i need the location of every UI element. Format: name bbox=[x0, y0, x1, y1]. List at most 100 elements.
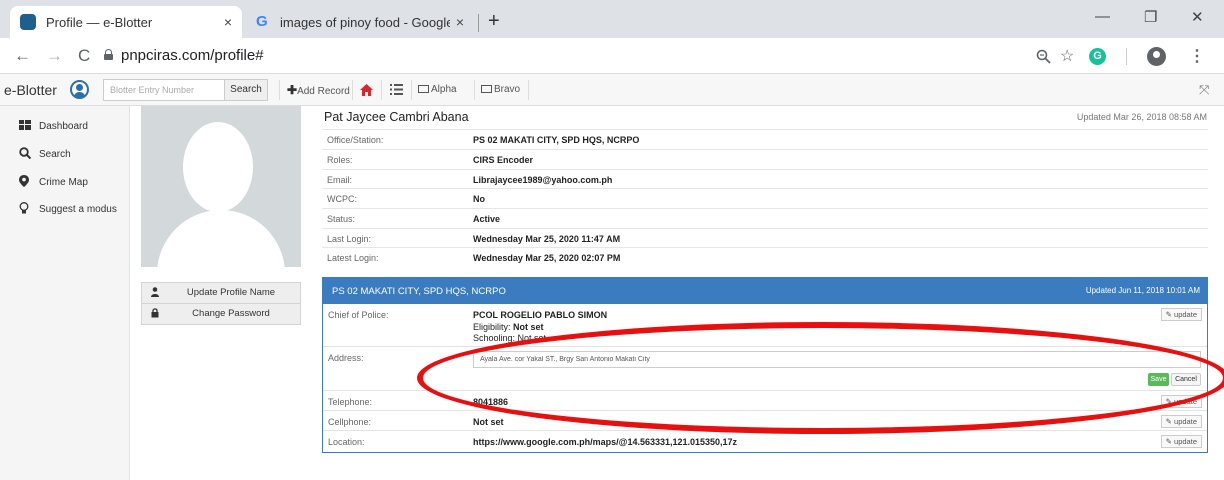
header-divider bbox=[279, 80, 280, 100]
update-telephone-button[interactable]: ✎ update bbox=[1160, 395, 1202, 408]
station-updated: Updated Jun 11, 2018 10:01 AM bbox=[1085, 286, 1200, 295]
profile-name: Pat Jaycee Cambri Abana bbox=[324, 110, 469, 124]
list-icon[interactable] bbox=[390, 84, 403, 95]
tab-close-icon[interactable]: × bbox=[456, 14, 464, 30]
location-value[interactable]: https://www.google.com.ph/maps/@14.56333… bbox=[473, 437, 737, 447]
user-circle-icon[interactable] bbox=[70, 80, 89, 99]
blotter-search-input[interactable] bbox=[103, 79, 224, 101]
row-label: Last Login: bbox=[327, 234, 372, 244]
change-password-label: Change Password bbox=[192, 308, 270, 319]
tab-google-search[interactable]: G images of pinoy food - Google Se × bbox=[246, 6, 474, 38]
google-favicon-icon: G bbox=[256, 13, 268, 30]
add-record-button[interactable]: ✚Add Record bbox=[287, 79, 350, 101]
eligibility-line: Eligibility: Not set bbox=[473, 322, 544, 332]
table-row: Last Login: Wednesday Mar 25, 2020 11:47… bbox=[322, 228, 1208, 248]
update-location-button[interactable]: ✎ update bbox=[1160, 435, 1202, 448]
edit-icon: ✎ bbox=[1165, 437, 1172, 446]
tab-label: images of pinoy food - Google Se bbox=[280, 14, 450, 30]
row-value: No bbox=[473, 194, 485, 204]
row-value: PS 02 MAKATI CITY, SPD HQS, NCRPO bbox=[473, 135, 640, 145]
zoom-icon[interactable] bbox=[1036, 49, 1051, 64]
edit-icon: ✎ bbox=[1165, 397, 1172, 406]
restore-button[interactable]: ❐ bbox=[1144, 8, 1157, 26]
tab-separator bbox=[478, 14, 479, 32]
blotter-search-button[interactable]: Search bbox=[224, 79, 268, 101]
sidebar-item-dashboard[interactable]: Dashboard bbox=[19, 120, 88, 133]
user-icon bbox=[151, 283, 159, 305]
tab-close-icon[interactable]: × bbox=[224, 14, 232, 30]
table-row: Office/Station: PS 02 MAKATI CITY, SPD H… bbox=[322, 129, 1208, 149]
row-label: Status: bbox=[327, 214, 356, 224]
sidebar-item-search[interactable]: Search bbox=[19, 147, 71, 162]
plus-icon: ✚ bbox=[287, 83, 298, 97]
cellphone-value: Not set bbox=[473, 417, 504, 427]
sidebar-item-label: Dashboard bbox=[39, 121, 88, 132]
alpha-button[interactable]: Alpha bbox=[418, 79, 457, 101]
save-button[interactable]: Save bbox=[1148, 373, 1169, 386]
lock-icon bbox=[151, 304, 159, 326]
sidebar-item-suggest-modus[interactable]: Suggest a modus bbox=[19, 202, 117, 217]
new-tab-button[interactable]: + bbox=[488, 10, 500, 33]
eligibility-label: Eligibility: bbox=[473, 322, 511, 332]
update-profile-name-label: Update Profile Name bbox=[186, 287, 276, 298]
home-icon[interactable] bbox=[360, 84, 373, 96]
cellphone-row: Cellphone: Not set ✎ update bbox=[323, 411, 1207, 431]
sidebar-item-crime-map[interactable]: Crime Map bbox=[19, 175, 88, 190]
app-header: e-Blotter Search ✚Add Record Alpha Bravo… bbox=[0, 74, 1224, 106]
toolbar-divider bbox=[1126, 48, 1127, 65]
row-value: CIRS Encoder bbox=[473, 155, 534, 165]
lock-icon bbox=[104, 49, 113, 60]
header-divider bbox=[352, 80, 353, 100]
tab-label: Profile — e-Blotter bbox=[46, 14, 153, 30]
back-button[interactable]: ← bbox=[14, 46, 31, 66]
brand-title[interactable]: e-Blotter bbox=[4, 82, 57, 98]
forward-button[interactable]: → bbox=[46, 46, 63, 66]
row-label: Chief of Police: bbox=[328, 310, 389, 320]
map-marker-icon bbox=[19, 175, 33, 190]
station-panel: PS 02 MAKATI CITY, SPD HQS, NCRPO Update… bbox=[322, 277, 1208, 453]
reload-button[interactable]: C bbox=[78, 46, 90, 66]
browser-menu-icon[interactable]: ⋮ bbox=[1189, 46, 1205, 66]
close-window-button[interactable]: ✕ bbox=[1191, 8, 1204, 26]
telephone-row: Telephone: 8041886 ✎ update bbox=[323, 391, 1207, 411]
address-input[interactable] bbox=[473, 351, 1201, 368]
table-icon bbox=[481, 85, 492, 93]
minimize-button[interactable]: — bbox=[1095, 8, 1110, 25]
fullscreen-icon[interactable]: ⤧ bbox=[1199, 82, 1209, 98]
eligibility-value: Not set bbox=[513, 322, 544, 332]
update-profile-name-button[interactable]: Update Profile Name bbox=[141, 282, 301, 304]
avatar-body bbox=[157, 210, 285, 267]
lightbulb-icon bbox=[19, 202, 33, 217]
avatar-head bbox=[183, 122, 253, 212]
update-label: update bbox=[1174, 397, 1197, 406]
bravo-button[interactable]: Bravo bbox=[481, 79, 520, 101]
row-label: Latest Login: bbox=[327, 253, 379, 263]
table-row: Email: Librajaycee1989@yahoo.com.ph bbox=[322, 169, 1208, 189]
row-label: Location: bbox=[328, 437, 365, 447]
bookmark-star-icon[interactable]: ☆ bbox=[1060, 46, 1074, 66]
location-row: Location: https://www.google.com.ph/maps… bbox=[323, 431, 1207, 452]
schooling-line: Schooling: Not set bbox=[473, 333, 547, 343]
tab-profile[interactable]: Profile — e-Blotter × bbox=[10, 6, 242, 38]
header-divider bbox=[411, 80, 412, 100]
update-label: update bbox=[1174, 437, 1197, 446]
profile-avatar-icon[interactable] bbox=[1147, 47, 1166, 66]
telephone-value: 8041886 bbox=[473, 397, 509, 407]
header-divider bbox=[474, 80, 475, 100]
grammarly-icon[interactable]: G bbox=[1089, 48, 1106, 65]
cancel-button[interactable]: Cancel bbox=[1171, 373, 1201, 386]
sidebar-item-label: Suggest a modus bbox=[39, 204, 117, 215]
row-label: Email: bbox=[327, 175, 353, 185]
update-chief-button[interactable]: ✎ update bbox=[1160, 308, 1202, 321]
sidebar-item-label: Crime Map bbox=[39, 177, 88, 188]
add-record-label: Add Record bbox=[297, 86, 350, 97]
browser-tab-bar: Profile — e-Blotter × G images of pinoy … bbox=[0, 0, 1224, 38]
table-row: WCPC: No bbox=[322, 188, 1208, 208]
url-field[interactable]: pnpciras.com/profile# bbox=[121, 47, 264, 64]
dashboard-icon bbox=[19, 120, 33, 133]
row-label: Roles: bbox=[327, 155, 353, 165]
update-cellphone-button[interactable]: ✎ update bbox=[1160, 415, 1202, 428]
row-label: Address: bbox=[328, 353, 364, 363]
change-password-button[interactable]: Change Password bbox=[141, 303, 301, 325]
address-row: Address: Save Cancel bbox=[323, 347, 1207, 391]
